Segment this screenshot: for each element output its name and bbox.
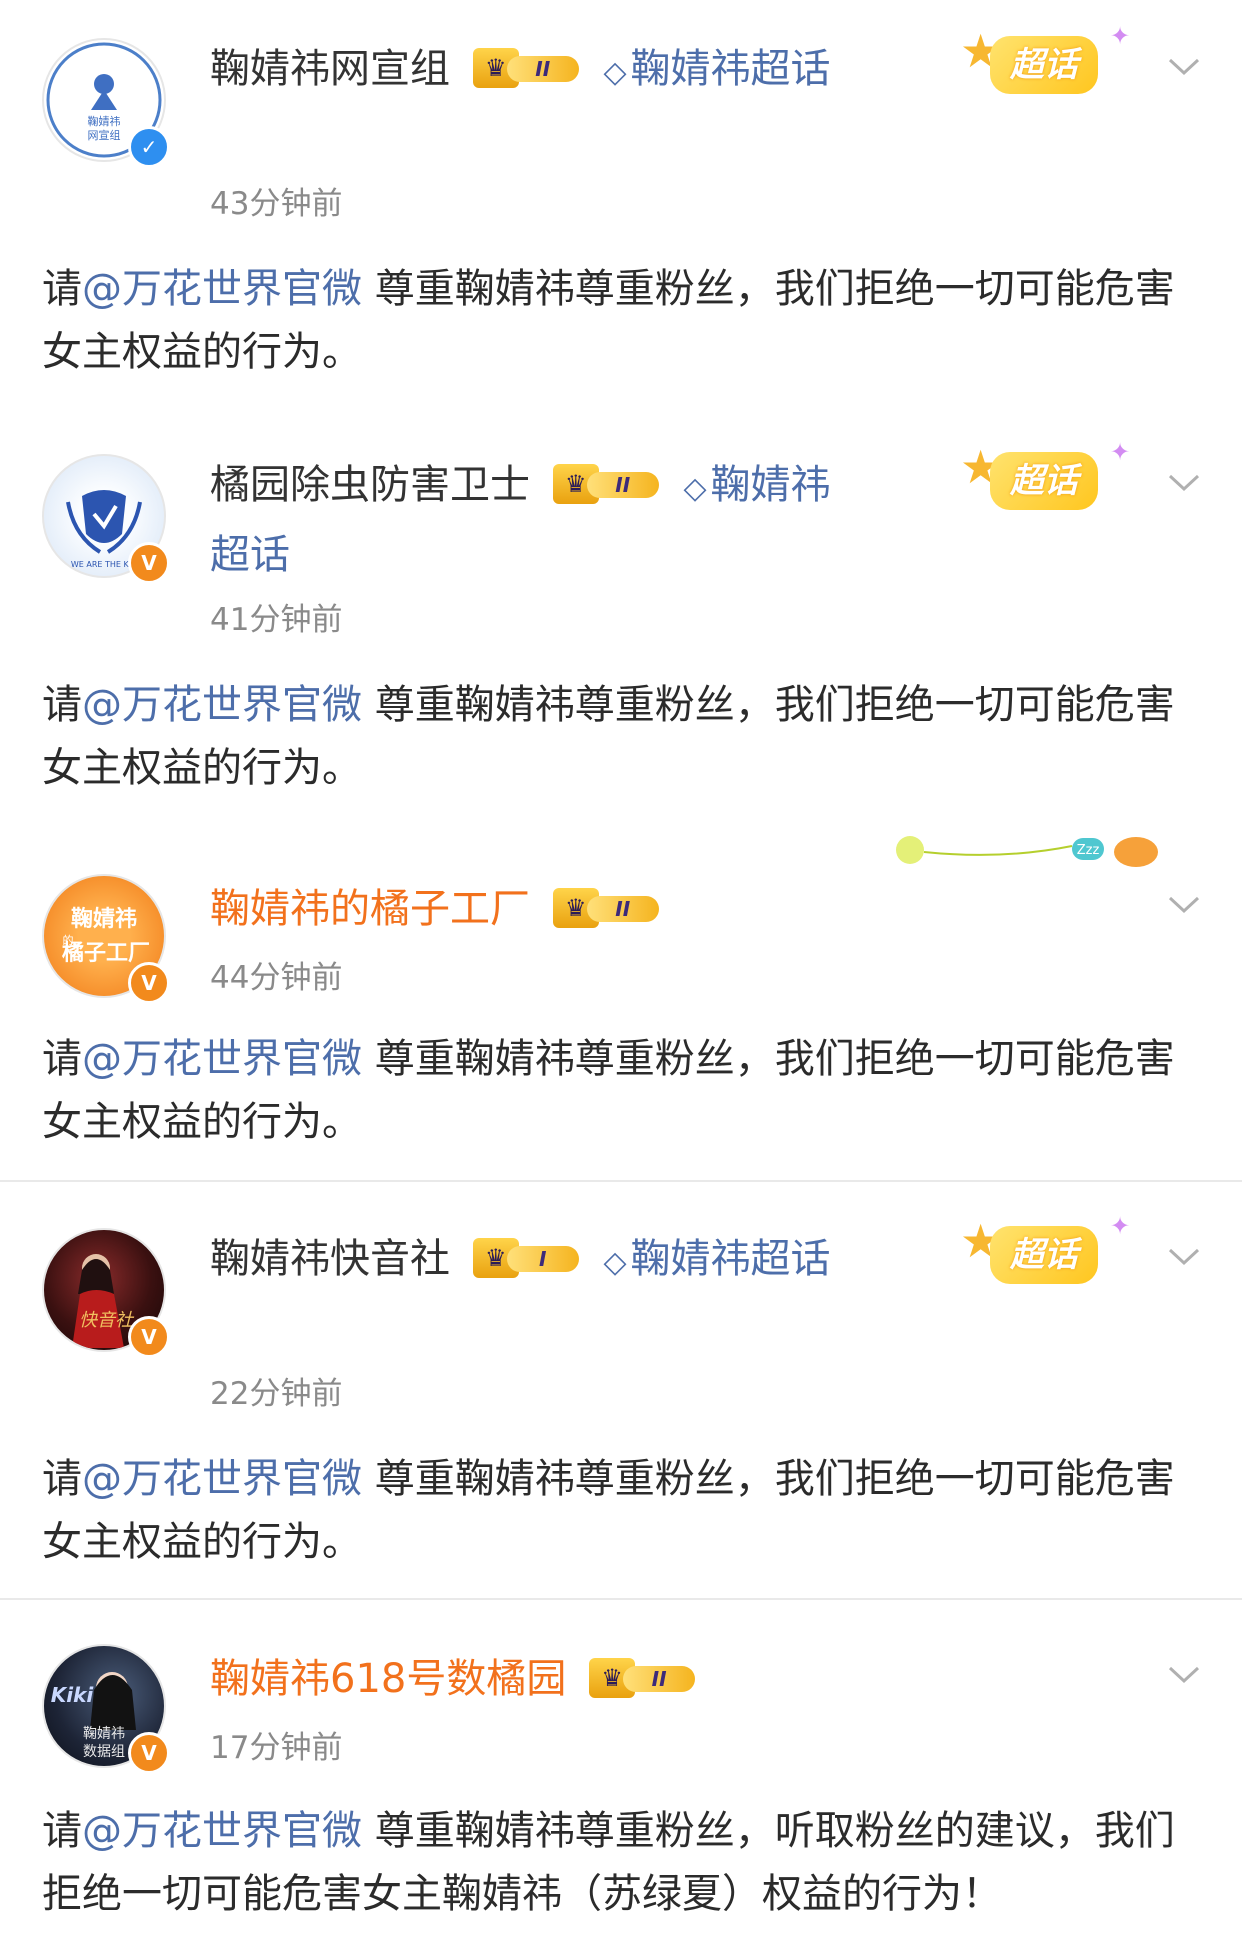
crown-icon[interactable]: ♛ II	[589, 1658, 701, 1698]
post-time: 17分钟前	[210, 1730, 343, 1766]
username[interactable]: 鞠婧祎618号数橘园	[210, 1656, 566, 1702]
post-prefix: 请	[42, 1808, 82, 1854]
post-body: 请@万花世界官微 尊重鞠婧祎尊重粉丝，听取粉丝的建议，我们拒绝一切可能危害女主鞠…	[42, 1800, 1202, 1926]
post-5: Kiki 鞠婧祎 数据组 V 鞠婧祎618号数橘园 ♛ II 17分钟前 请@万…	[0, 0, 1242, 1948]
chevron-down-icon[interactable]	[1164, 1654, 1204, 1694]
verified-orange-icon: V	[128, 1732, 170, 1774]
avatar-text: Kiki	[51, 1683, 95, 1707]
avatar-text: 鞠婧祎	[83, 1726, 125, 1742]
level-label: II	[623, 1666, 696, 1692]
mention-link[interactable]: @万花世界官微	[82, 1808, 362, 1854]
avatar-text: 数据组	[83, 1744, 125, 1760]
name-line: 鞠婧祎618号数橘园 ♛ II	[210, 1646, 860, 1712]
